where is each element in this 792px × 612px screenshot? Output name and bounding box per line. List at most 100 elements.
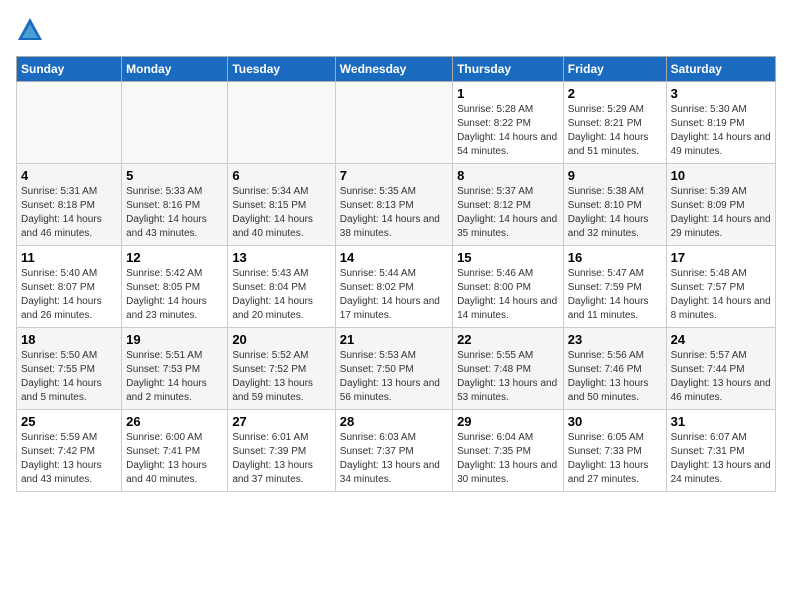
day-header-thursday: Thursday [453, 57, 564, 82]
day-info: Sunrise: 5:43 AMSunset: 8:04 PMDaylight:… [232, 267, 330, 323]
day-info: Sunrise: 5:52 AMSunset: 7:52 PMDaylight:… [232, 349, 330, 405]
day-number: 14 [340, 250, 448, 265]
calendar-week-2: 4Sunrise: 5:31 AMSunset: 8:18 PMDaylight… [17, 164, 776, 246]
day-number: 17 [671, 250, 771, 265]
calendar-week-4: 18Sunrise: 5:50 AMSunset: 7:55 PMDayligh… [17, 328, 776, 410]
calendar-cell [335, 82, 452, 164]
calendar-cell: 20 Sunrise: 5:52 AMSunset: 7:52 PMDayligh… [228, 328, 335, 410]
day-number: 2 [568, 86, 662, 101]
day-number: 15 [457, 250, 559, 265]
day-info: Sunrise: 6:07 AMSunset: 7:31 PMDaylight:… [671, 431, 771, 487]
calendar-week-3: 11Sunrise: 5:40 AMSunset: 8:07 PMDayligh… [17, 246, 776, 328]
day-info: Sunrise: 5:47 AMSunset: 7:59 PMDaylight:… [568, 267, 662, 323]
calendar-cell: 12 Sunrise: 5:42 AMSunset: 8:05 PMDayligh… [122, 246, 228, 328]
calendar-cell: 31 Sunrise: 6:07 AMSunset: 7:31 PMDayligh… [666, 410, 775, 492]
day-info: Sunrise: 5:56 AMSunset: 7:46 PMDaylight:… [568, 349, 662, 405]
day-info: Sunrise: 5:50 AMSunset: 7:55 PMDaylight:… [21, 349, 117, 405]
calendar-cell: 21 Sunrise: 5:53 AMSunset: 7:50 PMDayligh… [335, 328, 452, 410]
day-info: Sunrise: 5:37 AMSunset: 8:12 PMDaylight:… [457, 185, 559, 241]
day-header-sunday: Sunday [17, 57, 122, 82]
calendar-cell: 28 Sunrise: 6:03 AMSunset: 7:37 PMDayligh… [335, 410, 452, 492]
calendar-cell: 5 Sunrise: 5:33 AMSunset: 8:16 PMDaylight… [122, 164, 228, 246]
day-header-friday: Friday [563, 57, 666, 82]
day-info: Sunrise: 6:04 AMSunset: 7:35 PMDaylight:… [457, 431, 559, 487]
day-info: Sunrise: 5:55 AMSunset: 7:48 PMDaylight:… [457, 349, 559, 405]
day-number: 19 [126, 332, 223, 347]
day-number: 5 [126, 168, 223, 183]
day-number: 30 [568, 414, 662, 429]
calendar-cell: 18Sunrise: 5:50 AMSunset: 7:55 PMDayligh… [17, 328, 122, 410]
day-number: 20 [232, 332, 330, 347]
calendar-cell [228, 82, 335, 164]
day-info: Sunrise: 5:39 AMSunset: 8:09 PMDaylight:… [671, 185, 771, 241]
calendar-cell: 24 Sunrise: 5:57 AMSunset: 7:44 PMDayligh… [666, 328, 775, 410]
day-number: 31 [671, 414, 771, 429]
day-number: 27 [232, 414, 330, 429]
calendar-week-1: 1 Sunrise: 5:28 AMSunset: 8:22 PMDaylight… [17, 82, 776, 164]
day-info: Sunrise: 6:03 AMSunset: 7:37 PMDaylight:… [340, 431, 448, 487]
calendar-cell: 25 Sunrise: 5:59 AMSunset: 7:42 PMDayligh… [17, 410, 122, 492]
day-info: Sunrise: 5:59 AMSunset: 7:42 PMDaylight:… [21, 431, 117, 487]
day-number: 23 [568, 332, 662, 347]
calendar-cell: 23 Sunrise: 5:56 AMSunset: 7:46 PMDayligh… [563, 328, 666, 410]
calendar-cell: 22 Sunrise: 5:55 AMSunset: 7:48 PMDayligh… [453, 328, 564, 410]
calendar-cell: 19 Sunrise: 5:51 AMSunset: 7:53 PMDayligh… [122, 328, 228, 410]
day-info: Sunrise: 5:35 AMSunset: 8:13 PMDaylight:… [340, 185, 448, 241]
day-info: Sunrise: 5:53 AMSunset: 7:50 PMDaylight:… [340, 349, 448, 405]
day-number: 10 [671, 168, 771, 183]
calendar-week-5: 25 Sunrise: 5:59 AMSunset: 7:42 PMDayligh… [17, 410, 776, 492]
day-number: 12 [126, 250, 223, 265]
calendar-cell: 1 Sunrise: 5:28 AMSunset: 8:22 PMDaylight… [453, 82, 564, 164]
page-header [16, 16, 776, 44]
calendar-cell: 29 Sunrise: 6:04 AMSunset: 7:35 PMDayligh… [453, 410, 564, 492]
calendar-cell [122, 82, 228, 164]
day-number: 9 [568, 168, 662, 183]
day-number: 24 [671, 332, 771, 347]
day-info: Sunrise: 5:44 AMSunset: 8:02 PMDaylight:… [340, 267, 448, 323]
day-header-wednesday: Wednesday [335, 57, 452, 82]
day-number: 29 [457, 414, 559, 429]
calendar-cell: 14 Sunrise: 5:44 AMSunset: 8:02 PMDayligh… [335, 246, 452, 328]
day-number: 13 [232, 250, 330, 265]
calendar-cell: 2 Sunrise: 5:29 AMSunset: 8:21 PMDaylight… [563, 82, 666, 164]
day-header-saturday: Saturday [666, 57, 775, 82]
day-number: 25 [21, 414, 117, 429]
day-info: Sunrise: 5:30 AMSunset: 8:19 PMDaylight:… [671, 103, 771, 159]
day-number: 16 [568, 250, 662, 265]
day-info: Sunrise: 5:38 AMSunset: 8:10 PMDaylight:… [568, 185, 662, 241]
day-info: Sunrise: 5:48 AMSunset: 7:57 PMDaylight:… [671, 267, 771, 323]
day-info: Sunrise: 5:42 AMSunset: 8:05 PMDaylight:… [126, 267, 223, 323]
day-info: Sunrise: 6:00 AMSunset: 7:41 PMDaylight:… [126, 431, 223, 487]
logo-icon [16, 16, 44, 44]
calendar-cell: 30 Sunrise: 6:05 AMSunset: 7:33 PMDayligh… [563, 410, 666, 492]
day-number: 7 [340, 168, 448, 183]
calendar-cell: 6Sunrise: 5:34 AMSunset: 8:15 PMDaylight… [228, 164, 335, 246]
day-number: 22 [457, 332, 559, 347]
day-info: Sunrise: 5:51 AMSunset: 7:53 PMDaylight:… [126, 349, 223, 405]
day-info: Sunrise: 5:57 AMSunset: 7:44 PMDaylight:… [671, 349, 771, 405]
day-number: 11 [21, 250, 117, 265]
day-info: Sunrise: 5:29 AMSunset: 8:21 PMDaylight:… [568, 103, 662, 159]
calendar-cell: 27Sunrise: 6:01 AMSunset: 7:39 PMDayligh… [228, 410, 335, 492]
calendar-cell: 16 Sunrise: 5:47 AMSunset: 7:59 PMDayligh… [563, 246, 666, 328]
day-number: 28 [340, 414, 448, 429]
day-number: 4 [21, 168, 117, 183]
day-number: 1 [457, 86, 559, 101]
day-info: Sunrise: 5:46 AMSunset: 8:00 PMDaylight:… [457, 267, 559, 323]
calendar-cell: 3 Sunrise: 5:30 AMSunset: 8:19 PMDaylight… [666, 82, 775, 164]
calendar-cell: 8 Sunrise: 5:37 AMSunset: 8:12 PMDaylight… [453, 164, 564, 246]
day-number: 8 [457, 168, 559, 183]
day-info: Sunrise: 6:05 AMSunset: 7:33 PMDaylight:… [568, 431, 662, 487]
calendar-cell: 7 Sunrise: 5:35 AMSunset: 8:13 PMDaylight… [335, 164, 452, 246]
calendar-cell: 11Sunrise: 5:40 AMSunset: 8:07 PMDayligh… [17, 246, 122, 328]
day-number: 3 [671, 86, 771, 101]
calendar-cell: 15 Sunrise: 5:46 AMSunset: 8:00 PMDayligh… [453, 246, 564, 328]
day-number: 21 [340, 332, 448, 347]
calendar-cell [17, 82, 122, 164]
day-info: Sunrise: 5:33 AMSunset: 8:16 PMDaylight:… [126, 185, 223, 241]
day-info: Sunrise: 5:28 AMSunset: 8:22 PMDaylight:… [457, 103, 559, 159]
day-number: 26 [126, 414, 223, 429]
day-number: 6 [232, 168, 330, 183]
calendar-table: SundayMondayTuesdayWednesdayThursdayFrid… [16, 56, 776, 492]
day-header-monday: Monday [122, 57, 228, 82]
